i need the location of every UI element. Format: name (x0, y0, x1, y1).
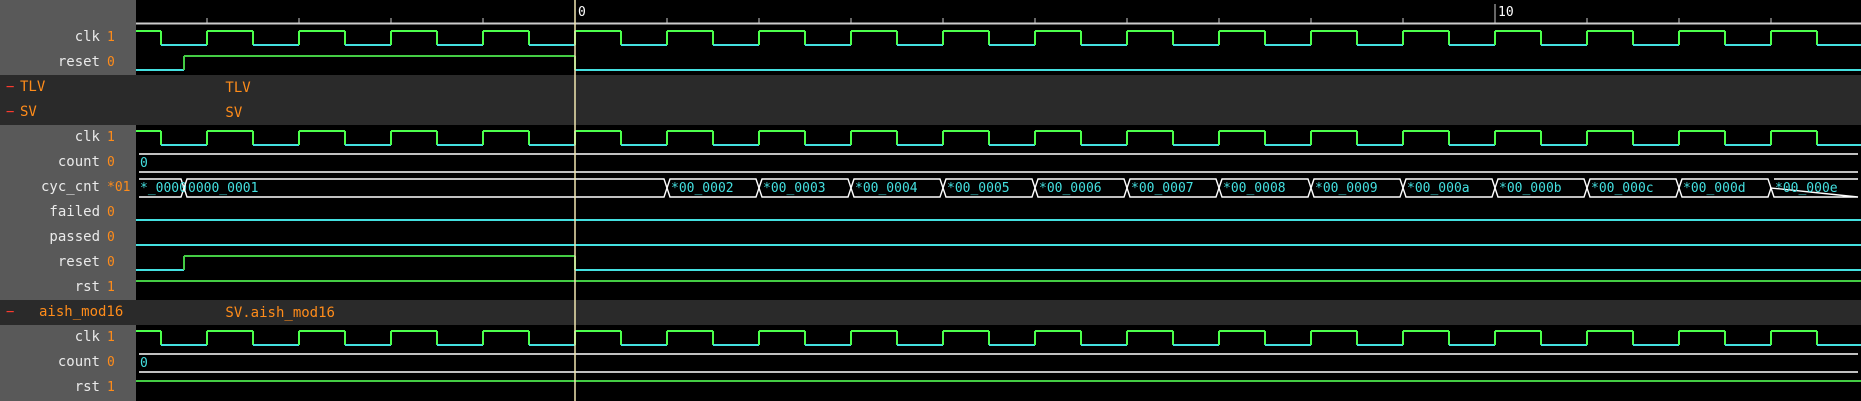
signal-value: 0 (107, 205, 115, 220)
signal-value: 1 (107, 330, 115, 345)
bus-value-label: *00_0007 (1131, 181, 1194, 196)
signal-name: reset (57, 54, 100, 70)
bus-value-label: *00_000e (1775, 181, 1838, 196)
signal-row-clk[interactable]: clk 1 (0, 25, 136, 50)
group-wave-band (136, 75, 1861, 100)
group-name: TLV (20, 79, 46, 95)
signal-value: 1 (107, 280, 115, 295)
ruler-label: 0 (578, 5, 586, 20)
signal-row-clk[interactable]: clk 1 (0, 325, 136, 350)
signal-name: clk (74, 329, 100, 345)
signal-row-reset[interactable]: reset 0 (0, 50, 136, 75)
signal-name: passed (49, 229, 100, 245)
bus-value-label: *00_000b (1499, 181, 1562, 196)
bus-value-label: *00_000d (1683, 181, 1746, 196)
signal-name: rst (74, 379, 100, 395)
group-row-SV[interactable]: − SV (0, 100, 136, 125)
signal-row-cyc_cnt[interactable]: cyc_cnt *01 (0, 175, 136, 200)
bus-value-label: *00_0009 (1315, 181, 1378, 196)
signal-name: reset (57, 254, 100, 270)
signal-names-panel: clk 1 reset 0− TLV − SV clk 1 count 0 cyc_cnt *01 fai… (0, 0, 136, 401)
bus-value-label: *00_0002 (671, 181, 734, 196)
group-row-aish_mod16[interactable]: − aish_mod16 (0, 300, 136, 325)
group-scope-label: TLV (225, 80, 251, 96)
signal-row-failed[interactable]: failed 0 (0, 200, 136, 225)
signal-row-rst[interactable]: rst 1 (0, 375, 136, 400)
bus-value-label: 0 (140, 356, 148, 371)
signal-value: 0 (107, 55, 115, 70)
collapse-toggle-icon[interactable]: − (6, 100, 14, 125)
group-name: aish_mod16 (39, 304, 124, 320)
group-wave-band (136, 100, 1861, 125)
signal-row-count[interactable]: count 0 (0, 150, 136, 175)
collapse-toggle-icon[interactable]: − (6, 300, 14, 325)
bus-value-label: *00_000a (1407, 181, 1470, 196)
signal-name: clk (74, 29, 100, 45)
bus-value-label: *00_0006 (1039, 181, 1102, 196)
bus-value-label: *00_0003 (763, 181, 826, 196)
signal-value: 0 (107, 155, 115, 170)
bus-segment (139, 353, 1858, 373)
signal-value: 0 (107, 230, 115, 245)
signal-name: rst (74, 279, 100, 295)
signal-value: 1 (107, 30, 115, 45)
signal-row-reset[interactable]: reset 0 (0, 250, 136, 275)
group-name: SV (20, 104, 37, 120)
signal-name: count (57, 354, 100, 370)
signal-row-clk[interactable]: clk 1 (0, 125, 136, 150)
bus-value-label: *00_0004 (855, 181, 918, 196)
signal-value: 0 (107, 255, 115, 270)
bus-value-label: 0000_0001 (188, 181, 258, 196)
signal-name: count (57, 154, 100, 170)
signal-value: 0 (107, 355, 115, 370)
signal-value: 1 (107, 130, 115, 145)
waveform-viewer: clk 1 reset 0− TLV − SV clk 1 count 0 cyc_cnt *01 fai… (0, 0, 1861, 401)
bus-value-label: *00_0008 (1223, 181, 1286, 196)
group-row-TLV[interactable]: − TLV (0, 75, 136, 100)
signal-name: cyc_cnt (40, 179, 100, 195)
signal-row-count[interactable]: count 0 (0, 350, 136, 375)
bus-segment (139, 153, 1858, 173)
bus-value-label: 0 (140, 156, 148, 171)
signal-row-passed[interactable]: passed 0 (0, 225, 136, 250)
time-ruler[interactable] (136, 0, 1861, 25)
signal-name: clk (74, 129, 100, 145)
signal-row-rst[interactable]: rst 1 (0, 275, 136, 300)
signal-name: failed (49, 204, 100, 220)
waveform-canvas[interactable]: 0 10 TLV SV 0 *_0000 0000_0001 *00_0002 *00_0003… (136, 0, 1861, 401)
signal-value: 1 (107, 380, 115, 395)
group-scope-label: SV.aish_mod16 (225, 305, 335, 321)
ruler-label: 10 (1498, 5, 1514, 20)
collapse-toggle-icon[interactable]: − (6, 75, 14, 100)
bus-value-label: *00_000c (1591, 181, 1654, 196)
group-wave-band (136, 300, 1861, 325)
bus-value-label: *_0000 (140, 181, 187, 196)
bus-value-label: *00_0005 (947, 181, 1010, 196)
signal-value: *01 (107, 180, 131, 195)
waveform-panel[interactable]: 0 10 TLV SV 0 *_0000 0000_0001 *00_0002 *00_0003… (136, 0, 1861, 401)
group-scope-label: SV (225, 105, 242, 121)
